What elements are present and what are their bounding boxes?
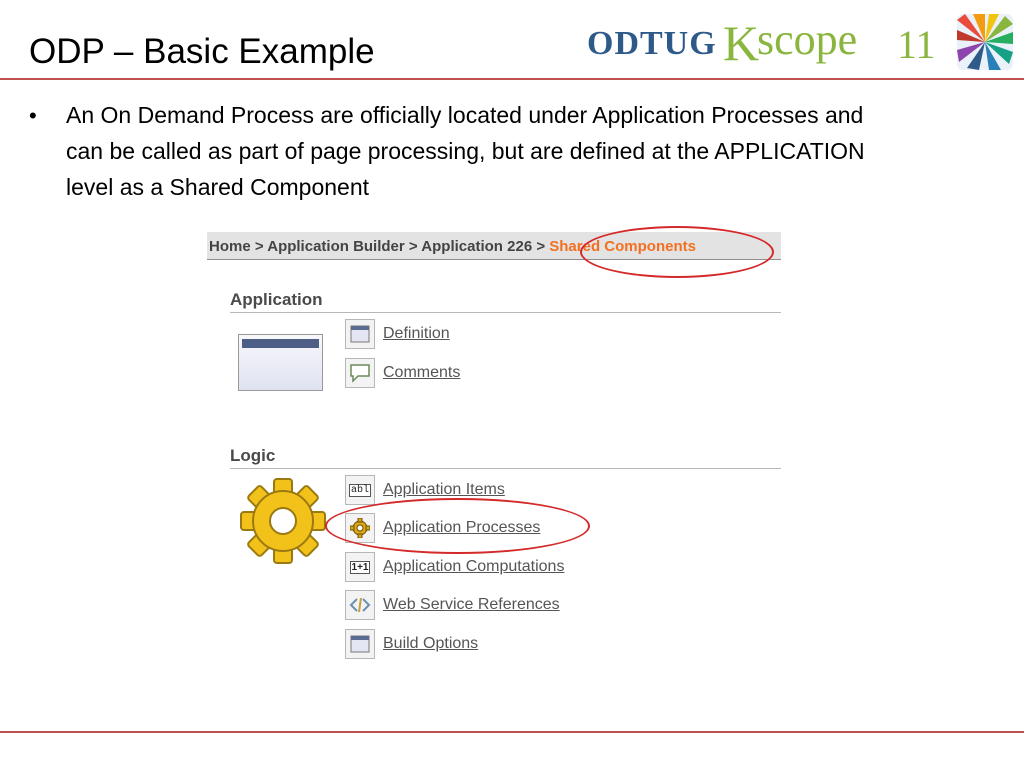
link-label[interactable]: Application Items [383,481,505,499]
slide-title: ODP – Basic Example [29,32,375,71]
window-icon [345,319,375,349]
callout-shared-components [580,226,774,278]
link-definition[interactable]: Definition [345,319,450,349]
text-field-icon: abl [345,475,375,505]
breadcrumb-application[interactable]: Application 226 [421,238,532,255]
link-web-service-references[interactable]: Web Service References [345,590,560,620]
section-title-application: Application [230,290,323,309]
breadcrumb-separator: > [404,238,422,255]
speech-bubble-icon [345,358,375,388]
link-comments[interactable]: Comments [345,358,460,388]
code-brackets-icon [345,590,375,620]
link-label[interactable]: Build Options [383,635,478,653]
section-title-logic: Logic [230,446,276,465]
logo-odtug-text: ODTUG [587,25,717,62]
icon-text: abl [348,483,371,497]
bullet-text: An On Demand Process are officially loca… [66,102,865,200]
odtug-kscope11-logo: ODTUG K scope 11 [587,14,1013,71]
application-window-icon [238,334,323,391]
bullet-marker: • [29,103,37,128]
link-label[interactable]: Application Computations [383,558,564,576]
window-icon [345,629,375,659]
logo-k-text: K [723,15,759,71]
callout-application-processes [325,498,590,554]
logo-11-text: 11 [897,22,936,67]
title-divider [0,78,1024,80]
breadcrumb-separator: > [250,238,268,255]
icon-text: 1+1 [349,560,371,574]
logo-scope-text: scope [757,15,857,64]
footer-divider [0,731,1024,733]
breadcrumb-application-builder[interactable]: Application Builder [267,238,405,255]
logo-sunburst-icon [957,14,1013,70]
link-application-computations[interactable]: 1+1 Application Computations [345,552,564,582]
link-build-options[interactable]: Build Options [345,629,478,659]
computation-icon: 1+1 [345,552,375,582]
link-label[interactable]: Definition [383,325,450,343]
link-label[interactable]: Comments [383,364,460,382]
section-divider [230,312,781,313]
section-divider [230,468,781,469]
breadcrumb-home[interactable]: Home [209,238,251,255]
breadcrumb-separator: > [532,238,550,255]
logic-gear-icon [240,478,326,564]
link-label[interactable]: Web Service References [383,596,560,614]
